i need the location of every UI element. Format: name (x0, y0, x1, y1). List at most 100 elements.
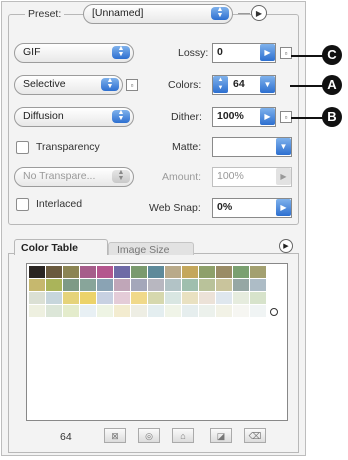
color-swatch[interactable] (165, 292, 182, 305)
color-swatch[interactable] (63, 279, 80, 292)
colors-menu-arrow-icon[interactable]: ▼ (260, 76, 275, 93)
color-swatch[interactable] (182, 305, 199, 318)
color-swatch[interactable] (216, 292, 233, 305)
color-swatch[interactable] (199, 279, 216, 292)
colors-value: 64 (233, 78, 245, 90)
lossy-slider-arrow-icon[interactable]: ▶ (260, 44, 275, 61)
color-swatch[interactable] (165, 279, 182, 292)
color-swatch[interactable] (199, 305, 216, 318)
color-swatch[interactable] (182, 292, 199, 305)
callout-b-line (291, 117, 323, 119)
color-swatch[interactable] (131, 292, 148, 305)
color-swatch[interactable] (63, 292, 80, 305)
dither-value: 100% (217, 110, 244, 122)
color-swatch[interactable] (199, 266, 216, 279)
reduction-popup[interactable]: Selective ▲ ▼ (14, 75, 123, 95)
color-swatch[interactable] (46, 292, 63, 305)
color-swatch[interactable] (63, 305, 80, 318)
color-swatch[interactable] (216, 279, 233, 292)
color-swatch[interactable] (80, 305, 97, 318)
color-swatch[interactable] (199, 292, 216, 305)
dither-algorithm-value: Diffusion (23, 110, 64, 122)
color-swatch[interactable] (29, 266, 46, 279)
divider (238, 13, 250, 14)
dither-label: Dither: (171, 111, 202, 123)
colors-stepper-icon[interactable]: ▲ ▼ (213, 76, 228, 93)
color-swatch[interactable] (80, 279, 97, 292)
color-swatch[interactable] (148, 266, 165, 279)
color-table-grid[interactable] (26, 263, 288, 421)
color-swatch[interactable] (114, 305, 131, 318)
dither-slider-arrow-icon[interactable]: ▶ (260, 108, 275, 125)
tab-color-table-label: Color Table (21, 242, 78, 254)
color-swatch[interactable] (233, 292, 250, 305)
color-swatch[interactable] (29, 292, 46, 305)
color-table-menu-icon[interactable]: ▶ (279, 239, 293, 253)
color-swatch[interactable] (80, 266, 97, 279)
trash-icon[interactable]: ⌫ (244, 428, 266, 443)
tab-color-table[interactable]: Color Table (14, 239, 108, 255)
color-swatch[interactable] (97, 279, 114, 292)
color-swatch[interactable] (46, 266, 63, 279)
color-swatch[interactable] (250, 266, 267, 279)
color-swatch[interactable] (29, 279, 46, 292)
callout-a-line (290, 85, 323, 87)
tab-image-size[interactable]: Image Size (108, 242, 194, 256)
color-swatch[interactable] (233, 279, 250, 292)
color-swatch[interactable] (182, 266, 199, 279)
color-swatch[interactable] (46, 279, 63, 292)
amount-label: Amount: (162, 171, 202, 183)
panel-menu-icon[interactable]: ▶ (251, 5, 267, 21)
new-swatch-icon[interactable]: ◪ (210, 428, 232, 443)
transparency-checkbox[interactable] (16, 141, 29, 154)
colors-label: Colors: (168, 79, 202, 91)
color-swatch[interactable] (250, 279, 267, 292)
color-swatch[interactable] (233, 305, 250, 318)
color-swatch[interactable] (131, 266, 148, 279)
web-shift-icon[interactable]: ⊠ (104, 428, 126, 443)
color-swatch[interactable] (216, 266, 233, 279)
interlaced-checkbox[interactable] (16, 198, 29, 211)
color-swatch[interactable] (131, 305, 148, 318)
callout-c: C (322, 45, 342, 65)
callout-a: A (322, 75, 342, 95)
color-swatch[interactable] (148, 292, 165, 305)
color-swatch[interactable] (29, 305, 46, 318)
format-popup[interactable]: GIF ▲ ▼ (14, 43, 134, 63)
color-swatch[interactable] (114, 266, 131, 279)
color-swatch[interactable] (97, 266, 114, 279)
dither-algorithm-popup[interactable]: Diffusion ▲ ▼ (14, 107, 134, 127)
lock-icon[interactable]: ◎ (138, 428, 160, 443)
color-swatch[interactable] (250, 305, 267, 318)
add-color-icon[interactable]: ⌂ (172, 428, 194, 443)
transparency-dither-popup[interactable]: No Transpare... ▲ ▼ (14, 167, 134, 187)
popup-arrows-icon: ▲ ▼ (112, 169, 130, 183)
color-swatch[interactable] (131, 279, 148, 292)
color-swatch[interactable] (233, 266, 250, 279)
color-swatch[interactable] (80, 292, 97, 305)
tab-image-size-label: Image Size (117, 244, 170, 256)
color-swatch[interactable] (165, 266, 182, 279)
web-snap-slider-arrow-icon[interactable]: ▶ (276, 199, 291, 216)
color-swatch[interactable] (46, 305, 63, 318)
popup-arrows-icon: ▲ ▼ (211, 6, 229, 20)
preset-popup[interactable]: [Unnamed] ▲ ▼ (83, 4, 233, 24)
color-swatch[interactable] (114, 292, 131, 305)
color-swatch[interactable] (148, 279, 165, 292)
color-swatch[interactable] (97, 305, 114, 318)
color-swatch[interactable] (114, 279, 131, 292)
color-swatch[interactable] (97, 292, 114, 305)
matte-menu-arrow-icon[interactable]: ▼ (276, 138, 291, 155)
color-swatch[interactable] (148, 305, 165, 318)
popup-arrows-icon: ▲ ▼ (101, 77, 119, 91)
amount-slider-arrow-icon[interactable]: ▶ (276, 168, 291, 185)
color-swatch[interactable] (165, 305, 182, 318)
callout-c-line (291, 55, 323, 57)
color-swatch[interactable] (250, 292, 267, 305)
color-swatch[interactable] (216, 305, 233, 318)
color-swatch[interactable] (182, 279, 199, 292)
reduction-options-icon[interactable]: ▫ (126, 79, 138, 91)
lossy-value: 0 (217, 46, 223, 58)
lossy-mask-icon[interactable]: ▫ (280, 47, 292, 59)
color-swatch[interactable] (63, 266, 80, 279)
